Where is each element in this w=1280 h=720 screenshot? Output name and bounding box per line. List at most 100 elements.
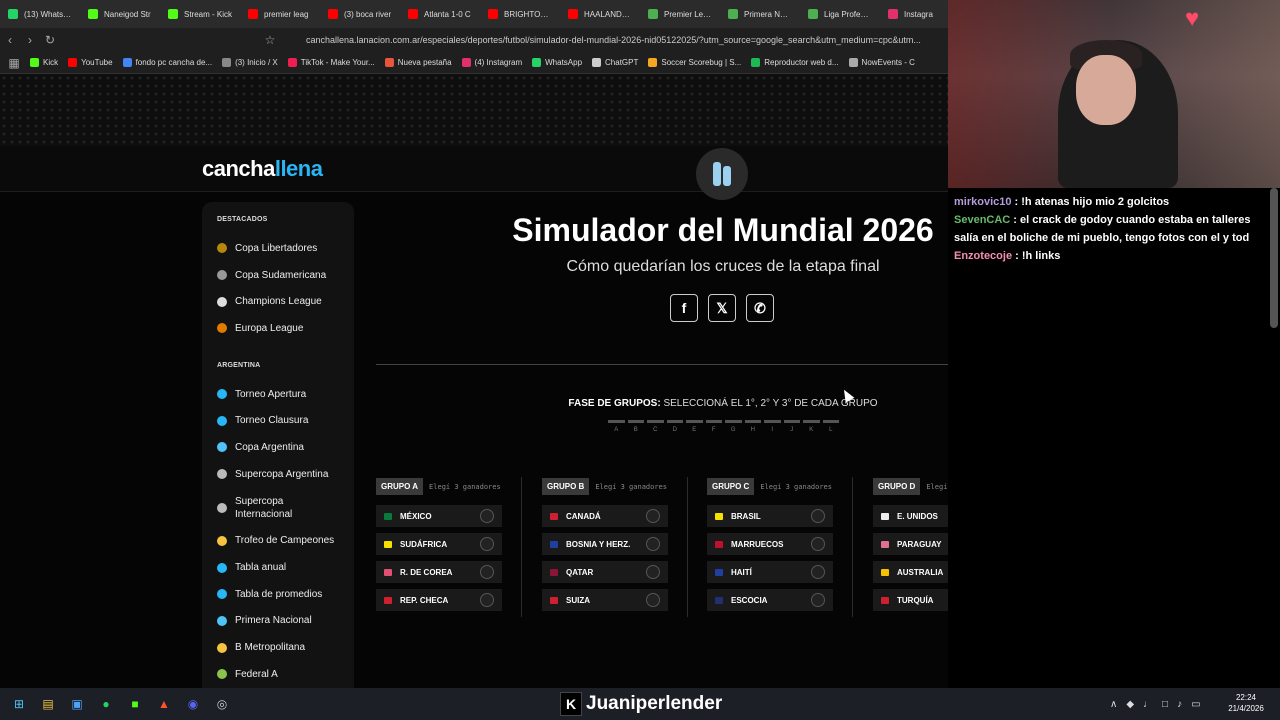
team-option[interactable]: PARAGUAY xyxy=(873,533,948,555)
bookmark-star-icon[interactable]: ☆ xyxy=(260,30,280,50)
team-option[interactable]: TURQUÍA xyxy=(873,589,948,611)
team-option[interactable]: SUIZA xyxy=(542,589,668,611)
sidebar-item[interactable]: Copa Argentina xyxy=(217,434,354,461)
browser-tab[interactable]: Stream - Kick xyxy=(160,0,240,28)
browser-tab[interactable]: Atlanta 1-0 C xyxy=(400,0,480,28)
facebook-share-button[interactable]: f xyxy=(670,294,698,322)
bookmark-item[interactable]: WhatsApp xyxy=(532,58,582,67)
apps-grid-icon[interactable]: ▦ xyxy=(8,53,20,73)
team-option[interactable]: MÉXICO xyxy=(376,505,502,527)
team-option[interactable]: QATAR xyxy=(542,561,668,583)
bookmark-item[interactable]: ChatGPT xyxy=(592,58,638,67)
whatsapp-icon[interactable]: ● xyxy=(96,694,116,714)
bookmark-item[interactable]: (3) Inicio / X xyxy=(222,58,278,67)
forward-icon[interactable]: › xyxy=(20,30,40,50)
team-option[interactable]: BRASIL xyxy=(707,505,833,527)
bookmark-item[interactable]: (4) Instagram xyxy=(461,58,522,67)
browser-tab[interactable]: premier leag xyxy=(240,0,320,28)
bookmark-item[interactable]: Soccer Scorebug | S... xyxy=(648,58,741,67)
reload-icon[interactable]: ↻ xyxy=(40,30,60,50)
bookmark-item[interactable]: Reproductor web d... xyxy=(751,58,839,67)
team-radio[interactable] xyxy=(480,509,494,523)
chat-username[interactable]: mirkovic10 xyxy=(954,196,1011,208)
bookmark-item[interactable]: Kick xyxy=(30,58,58,67)
sidebar-item[interactable]: Champions League xyxy=(217,288,354,315)
team-option[interactable]: BOSNIA Y HERZ. xyxy=(542,533,668,555)
bookmark-item[interactable]: TikTok - Make Your... xyxy=(287,58,375,67)
sidebar-item[interactable]: Supercopa Internacional xyxy=(217,488,354,528)
team-radio[interactable] xyxy=(646,593,660,607)
browser-tab[interactable]: HAALAND LE xyxy=(560,0,640,28)
windows-start-icon[interactable]: ⊞ xyxy=(9,694,29,714)
chevron-up-icon[interactable]: ∧ xyxy=(1110,699,1117,710)
browser-tab[interactable]: Instagra xyxy=(880,0,948,28)
browser-tab[interactable]: Liga Profesion xyxy=(800,0,880,28)
team-radio[interactable] xyxy=(480,537,494,551)
sidebar-item[interactable]: Europa League xyxy=(217,315,354,342)
brave-browser-icon[interactable]: ▲ xyxy=(154,694,174,714)
team-option[interactable]: E. UNIDOS xyxy=(873,505,948,527)
obs-icon[interactable]: ◎ xyxy=(212,694,232,714)
x-share-button[interactable]: 𝕏 xyxy=(708,294,736,322)
group-name: GRUPO B xyxy=(542,478,590,495)
store-icon[interactable]: ▣ xyxy=(67,694,87,714)
team-option[interactable]: AUSTRALIA xyxy=(873,561,948,583)
system-clock[interactable]: 22:24 21/4/2026 xyxy=(1222,692,1270,714)
sidebar-item[interactable]: Primera Nacional xyxy=(217,608,354,635)
whatsapp-share-button[interactable]: ✆ xyxy=(746,294,774,322)
back-icon[interactable]: ‹ xyxy=(0,30,20,50)
team-radio[interactable] xyxy=(646,509,660,523)
network-icon[interactable]: □ xyxy=(1162,699,1168,710)
sidebar-item[interactable]: Supercopa Argentina xyxy=(217,461,354,488)
browser-tab[interactable]: Primera Nacio xyxy=(720,0,800,28)
team-radio[interactable] xyxy=(646,537,660,551)
site-logo[interactable]: canchallena xyxy=(202,156,323,182)
team-radio[interactable] xyxy=(811,537,825,551)
team-option[interactable]: ESCOCIA xyxy=(707,589,833,611)
browser-tab[interactable]: (13) WhatsAp xyxy=(0,0,80,28)
team-name: R. DE COREA xyxy=(400,567,453,577)
tab-label: Liga Profesion xyxy=(824,9,872,19)
discord-icon[interactable]: ◉ xyxy=(183,694,203,714)
team-radio[interactable] xyxy=(480,565,494,579)
volume-icon[interactable]: ♪ xyxy=(1177,699,1182,710)
chat-username[interactable]: Enzotecoje xyxy=(954,250,1012,262)
chat-username[interactable]: SevenCAC xyxy=(954,214,1010,226)
file-explorer-icon[interactable]: ▤ xyxy=(38,694,58,714)
bookmark-item[interactable]: fondo pc cancha de... xyxy=(122,58,212,67)
bookmark-item[interactable]: Nueva pestaña xyxy=(384,58,452,67)
sidebar-item[interactable]: B Metropolitana xyxy=(217,634,354,661)
browser-tab[interactable]: BRIGHTON G xyxy=(480,0,560,28)
url-field[interactable]: canchallena.lanacion.com.ar/especiales/d… xyxy=(288,31,948,49)
kick-icon[interactable]: ■ xyxy=(125,694,145,714)
sidebar-item[interactable]: Tabla anual xyxy=(217,554,354,581)
team-radio[interactable] xyxy=(811,565,825,579)
team-radio[interactable] xyxy=(480,593,494,607)
team-option[interactable]: CANADÁ xyxy=(542,505,668,527)
team-radio[interactable] xyxy=(811,509,825,523)
team-option[interactable]: SUDÁFRICA xyxy=(376,533,502,555)
team-option[interactable]: HAITÍ xyxy=(707,561,833,583)
chat-bubble-icon[interactable]: ▭ xyxy=(1191,699,1200,710)
sidebar-item[interactable]: Copa Sudamericana xyxy=(217,262,354,289)
sidebar-item[interactable]: Tabla de promedios xyxy=(217,581,354,608)
chat-scrollbar[interactable] xyxy=(1270,188,1278,328)
team-option[interactable]: REP. CHECA xyxy=(376,589,502,611)
team-option[interactable]: MARRUECOS xyxy=(707,533,833,555)
bookmark-item[interactable]: NowEvents - C xyxy=(848,58,915,67)
browser-tab[interactable]: (3) boca river xyxy=(320,0,400,28)
sidebar-item[interactable]: Trofeo de Campeones xyxy=(217,528,354,555)
sidebar-item[interactable]: Federal A xyxy=(217,661,354,688)
microphone-icon[interactable]: ♩ xyxy=(1143,699,1153,710)
browser-tab[interactable]: Naneigod Str xyxy=(80,0,160,28)
sidebar-item[interactable]: Torneo Clausura xyxy=(217,407,354,434)
bookmark-item[interactable]: YouTube xyxy=(68,58,113,67)
team-radio[interactable] xyxy=(646,565,660,579)
sidebar-item[interactable]: Torneo Apertura xyxy=(217,381,354,408)
browser-tab[interactable]: Premier Leag xyxy=(640,0,720,28)
shield-icon[interactable]: ◆ xyxy=(1126,699,1134,710)
sidebar-item[interactable]: Copa Libertadores xyxy=(217,235,354,262)
team-radio[interactable] xyxy=(811,593,825,607)
team-option[interactable]: R. DE COREA xyxy=(376,561,502,583)
phase-instruction: FASE DE GRUPOS: SELECCIONÁ EL 1°, 2° Y 3… xyxy=(568,398,878,409)
